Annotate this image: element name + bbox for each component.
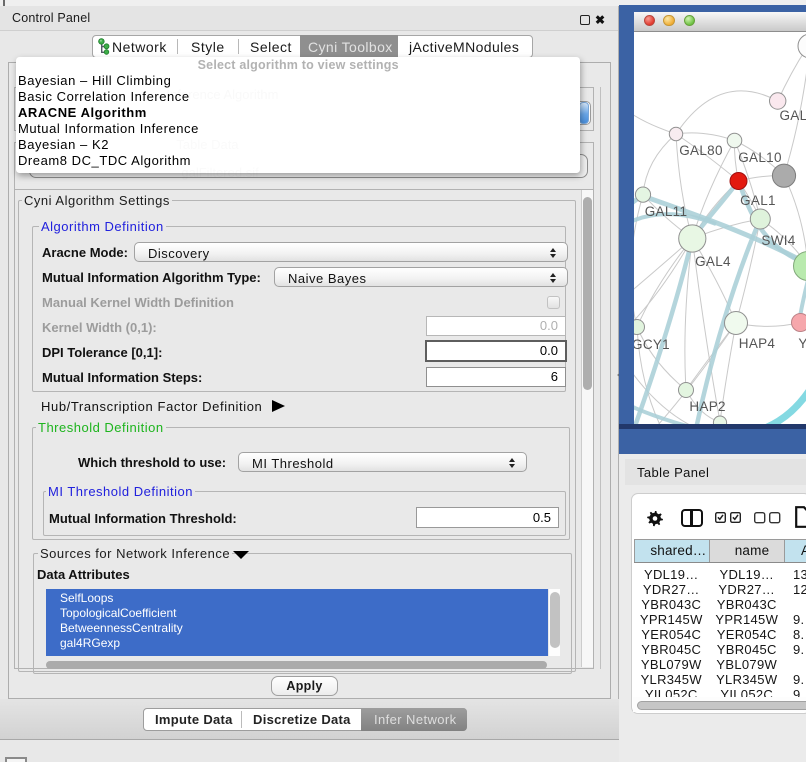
svg-text:SWI4: SWI4 (761, 233, 795, 248)
svg-text:HAP4: HAP4 (739, 336, 776, 351)
svg-text:GAL80: GAL80 (679, 143, 723, 158)
svg-text:HAP2: HAP2 (689, 399, 725, 414)
svg-text:GCY1: GCY1 (634, 337, 670, 352)
svg-text:GAL4: GAL4 (695, 254, 731, 269)
svg-text:GAL11: GAL11 (645, 204, 688, 219)
svg-text:GAL10: GAL10 (738, 150, 782, 165)
svg-text:GAL7: GAL7 (780, 108, 806, 123)
svg-text:GAL1: GAL1 (740, 193, 776, 208)
svg-text:Y: Y (798, 336, 806, 351)
